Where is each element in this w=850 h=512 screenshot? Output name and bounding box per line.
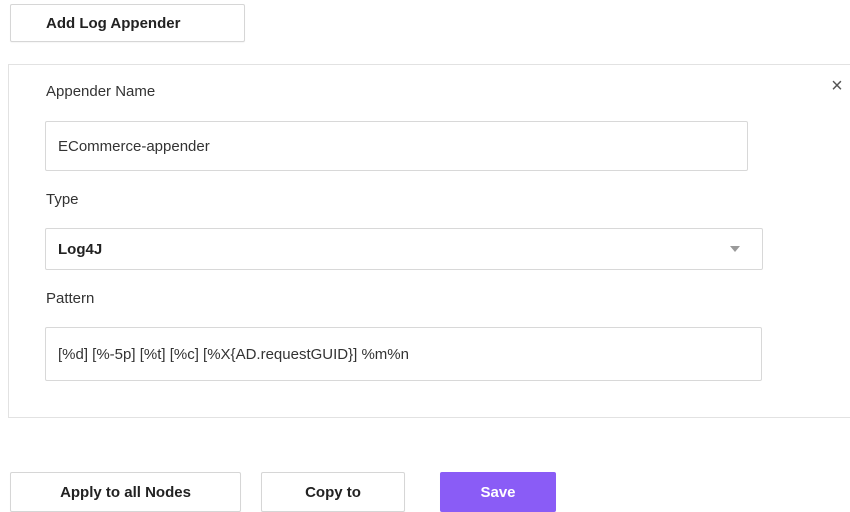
close-icon[interactable]: × <box>826 75 848 97</box>
appender-name-label: Appender Name <box>46 83 156 100</box>
apply-to-all-nodes-button[interactable]: Apply to all Nodes <box>10 472 241 512</box>
type-select[interactable]: Log4J <box>45 228 763 270</box>
chevron-down-icon <box>730 246 740 252</box>
type-label: Type <box>46 191 79 208</box>
appender-form-panel: × Appender Name ECommerce-appender Type … <box>8 64 850 418</box>
pattern-input[interactable]: [%d] [%-5p] [%t] [%c] [%X{AD.requestGUID… <box>45 327 762 381</box>
appender-name-input[interactable]: ECommerce-appender <box>45 121 748 171</box>
save-button[interactable]: Save <box>440 472 556 512</box>
pattern-label: Pattern <box>46 290 95 307</box>
pattern-value: [%d] [%-5p] [%t] [%c] [%X{AD.requestGUID… <box>58 345 409 363</box>
add-log-appender-button[interactable]: Add Log Appender <box>10 4 245 42</box>
log-appender-screen: Add Log Appender × Appender Name ECommer… <box>0 0 850 512</box>
copy-to-button[interactable]: Copy to <box>261 472 405 512</box>
type-selected-value: Log4J <box>58 240 103 258</box>
appender-name-value: ECommerce-appender <box>58 137 210 155</box>
